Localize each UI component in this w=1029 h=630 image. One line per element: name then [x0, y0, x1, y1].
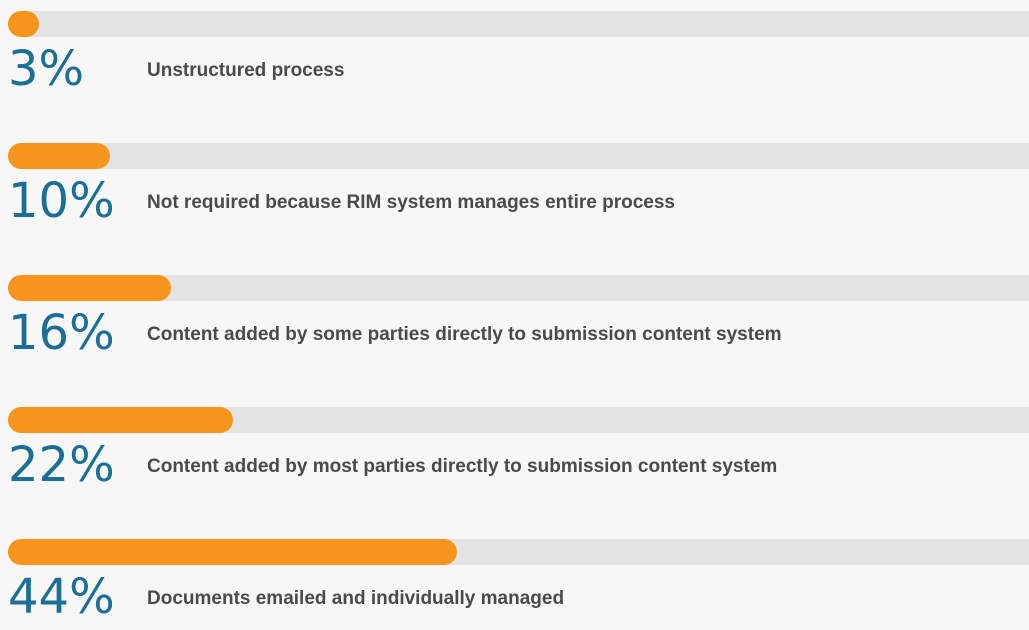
category-label: Not required because RIM system manages …: [147, 192, 675, 213]
bar: [8, 407, 233, 433]
bar-row: 22% Content added by most parties directl…: [0, 407, 1029, 517]
category-label: Documents emailed and individually manag…: [147, 588, 565, 609]
bar: [8, 11, 39, 37]
category-label: Content added by most parties directly t…: [147, 456, 778, 477]
bar-track: [8, 539, 1029, 565]
value-label: 10%: [8, 173, 115, 229]
bar-track: [8, 143, 1029, 169]
bar: [8, 143, 111, 169]
category-label: Content added by some parties directly t…: [147, 324, 782, 345]
bar-track: [8, 275, 1029, 301]
value-label: 22%: [8, 437, 115, 493]
value-label: 44%: [8, 569, 115, 625]
bar: [8, 539, 458, 565]
bar-track: [8, 407, 1029, 433]
horizontal-bar-chart: 3% Unstructured process 10% Not required be…: [0, 0, 1029, 630]
bar-row: 10% Not required because RIM system manag…: [0, 143, 1029, 253]
bar: [8, 275, 172, 301]
category-label: Unstructured process: [147, 60, 345, 81]
bar-row: 16% Content added by some parties directl…: [0, 275, 1029, 385]
bar-row: 3% Unstructured process: [0, 11, 1029, 121]
value-label: 16%: [8, 305, 115, 361]
bar-row: 44% Documents emailed and individually ma…: [0, 539, 1029, 630]
value-label: 3%: [8, 41, 85, 97]
bar-track: [8, 11, 1029, 37]
